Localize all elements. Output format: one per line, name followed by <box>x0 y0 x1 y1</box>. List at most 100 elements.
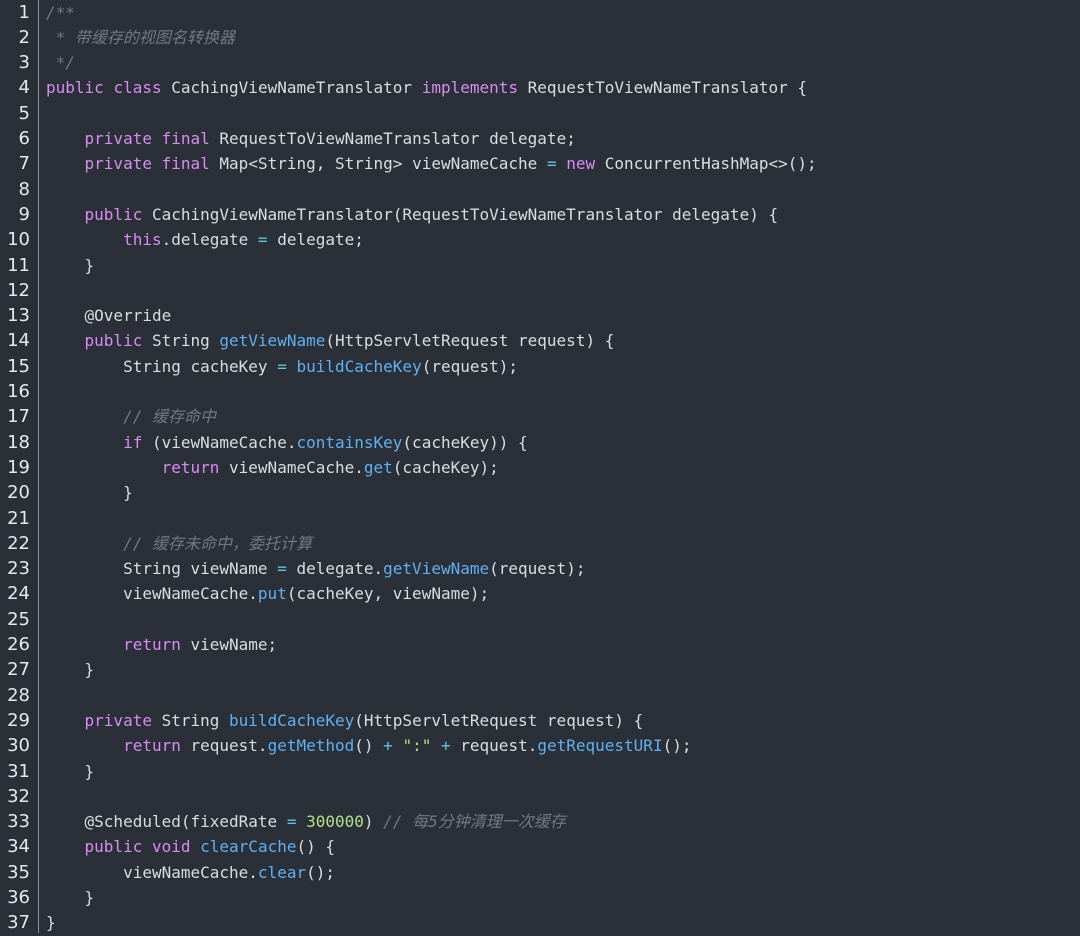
code-line: 34 public void clearCache() { <box>0 834 1080 859</box>
code-token: (cacheKey); <box>392 457 499 477</box>
line-code: private final RequestToViewNameTranslato… <box>46 126 576 151</box>
code-line: 1 /** <box>0 0 1080 25</box>
line-code: return request.getMethod() + ":" + reque… <box>46 733 691 758</box>
line-number: 25 <box>7 608 30 630</box>
line-code: public void clearCache() { <box>46 834 335 859</box>
line-code: } <box>46 759 95 784</box>
line-number: 7 <box>18 153 30 175</box>
line-number: 32 <box>7 785 30 807</box>
code-token: return <box>161 457 220 477</box>
code-token: @Override <box>84 306 172 326</box>
code-token: new <box>566 154 596 174</box>
code-line: 11 } <box>0 253 1080 278</box>
line-code: } <box>46 885 95 910</box>
code-token: ) <box>363 812 384 832</box>
code-token: if <box>123 432 143 452</box>
code-token: ":" <box>402 736 432 756</box>
code-token: public <box>84 837 143 857</box>
code-line: 22 // 缓存未命中，委托计算 <box>0 531 1080 556</box>
code-token: private <box>84 154 152 174</box>
line-number: 28 <box>7 684 30 706</box>
code-token: String <box>142 331 220 351</box>
code-token: get <box>363 457 393 477</box>
line-number: 18 <box>7 431 30 453</box>
code-line: 7 private final Map<String, String> view… <box>0 151 1080 176</box>
code-line: 30 return request.getMethod() + ":" + re… <box>0 733 1080 758</box>
code-line: 14 public String getViewName(HttpServlet… <box>0 328 1080 353</box>
line-number: 10 <box>7 229 30 251</box>
line-code: return viewName; <box>46 632 277 657</box>
code-editor[interactable]: 1/** 2 * 带缓存的视图名转换器 3 */4 public class Cach… <box>0 0 1080 933</box>
code-token: CachingViewNameTranslator(RequestToViewN… <box>142 204 779 224</box>
line-number: 31 <box>7 760 30 782</box>
code-line: 24 viewNameCache.put(cacheKey, viewName)… <box>0 581 1080 606</box>
code-token: private <box>84 710 152 730</box>
code-token: + <box>383 736 393 756</box>
line-number: 1 <box>18 1 30 23</box>
code-token: (); <box>662 736 692 756</box>
code-token: RequestToViewNameTranslator { <box>518 78 808 98</box>
code-token: (cacheKey)) { <box>402 432 528 452</box>
code-token: */ <box>46 53 75 73</box>
code-token: getRequestURI <box>537 736 663 756</box>
code-token: @Scheduled <box>84 812 181 832</box>
line-number: 16 <box>7 381 30 402</box>
code-token: containsKey <box>296 432 403 452</box>
code-token: } <box>46 913 56 933</box>
code-token: ConcurrentHashMap<>(); <box>595 154 817 174</box>
line-code: */ <box>46 50 75 75</box>
line-code: // 缓存未命中，委托计算 <box>46 531 312 556</box>
line-code: private String buildCacheKey(HttpServlet… <box>46 708 644 733</box>
code-token: public <box>84 331 143 351</box>
code-token: put <box>257 584 287 604</box>
code-line: 4 public class CachingViewNameTranslator … <box>0 75 1080 100</box>
line-code: /** <box>46 0 75 25</box>
code-line: 21 <box>0 506 1080 531</box>
line-number: 23 <box>7 558 30 580</box>
code-line: 25 <box>0 607 1080 632</box>
code-line: 15 String cacheKey = buildCacheKey(reque… <box>0 354 1080 379</box>
code-line: 37} <box>0 910 1080 935</box>
line-number: 19 <box>7 456 30 478</box>
code-line: 5 <box>0 101 1080 126</box>
line-code: String cacheKey = buildCacheKey(request)… <box>46 354 518 379</box>
line-number: 9 <box>18 203 30 225</box>
code-token: CachingViewNameTranslator <box>161 78 422 98</box>
code-token: // 每5分钟清理一次缓存 <box>383 812 566 832</box>
line-code: viewNameCache.clear(); <box>46 860 335 885</box>
code-token: getViewName <box>383 559 490 579</box>
code-line: 3 */ <box>0 50 1080 75</box>
line-code: private final Map<String, String> viewNa… <box>46 151 817 176</box>
code-token: class <box>113 78 162 98</box>
code-token: = <box>257 230 268 250</box>
code-token: = <box>277 356 287 376</box>
line-code: * 带缓存的视图名转换器 <box>46 25 235 50</box>
code-token: request. <box>180 736 268 756</box>
line-number: 12 <box>7 279 30 301</box>
code-line: 19 return viewNameCache.get(cacheKey); <box>0 455 1080 480</box>
line-code: String viewName = delegate.getViewName(r… <box>46 556 585 581</box>
line-number: 24 <box>7 583 30 605</box>
line-number: 13 <box>7 305 30 327</box>
line-code: viewNameCache.put(cacheKey, viewName); <box>46 581 489 606</box>
code-token: .delegate <box>161 230 258 250</box>
code-token: public <box>84 204 143 224</box>
line-code: } <box>46 480 133 505</box>
code-token: (fixedRate <box>180 812 287 832</box>
line-number: 33 <box>7 811 30 833</box>
code-token: request. <box>450 736 538 756</box>
code-token: final <box>161 129 210 148</box>
code-token: (); <box>306 862 335 882</box>
